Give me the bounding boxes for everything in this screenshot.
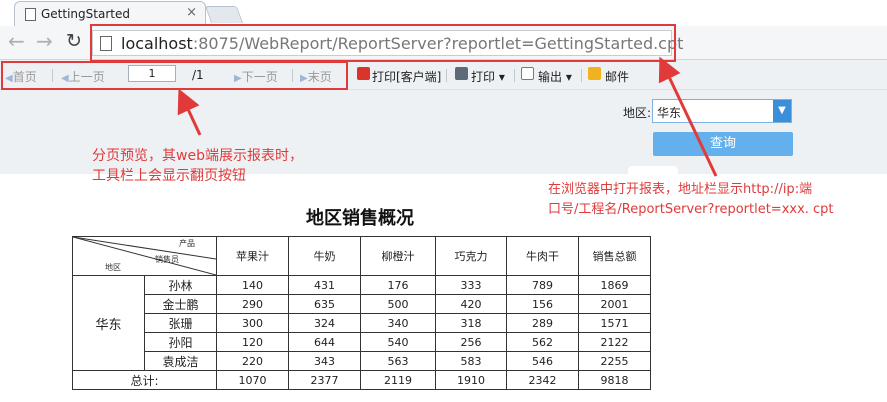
url-annotation: 在浏览器中打开报表，地址栏显示http://ip:端 口号/工程名/Report…	[548, 180, 834, 220]
pager-annotation-line2: 工具栏上会显示翻页按钮	[92, 168, 246, 184]
pager-annotation-line1: 分页预览，其web端展示报表时，	[92, 148, 303, 164]
pager-annotation: 分页预览，其web端展示报表时， 工具栏上会显示翻页按钮	[92, 146, 303, 186]
url-annotation-line2: 口号/工程名/ReportServer?reportlet=xxx. cpt	[548, 202, 834, 217]
url-annotation-line1: 在浏览器中打开报表，地址栏显示http://ip:端	[548, 182, 813, 197]
